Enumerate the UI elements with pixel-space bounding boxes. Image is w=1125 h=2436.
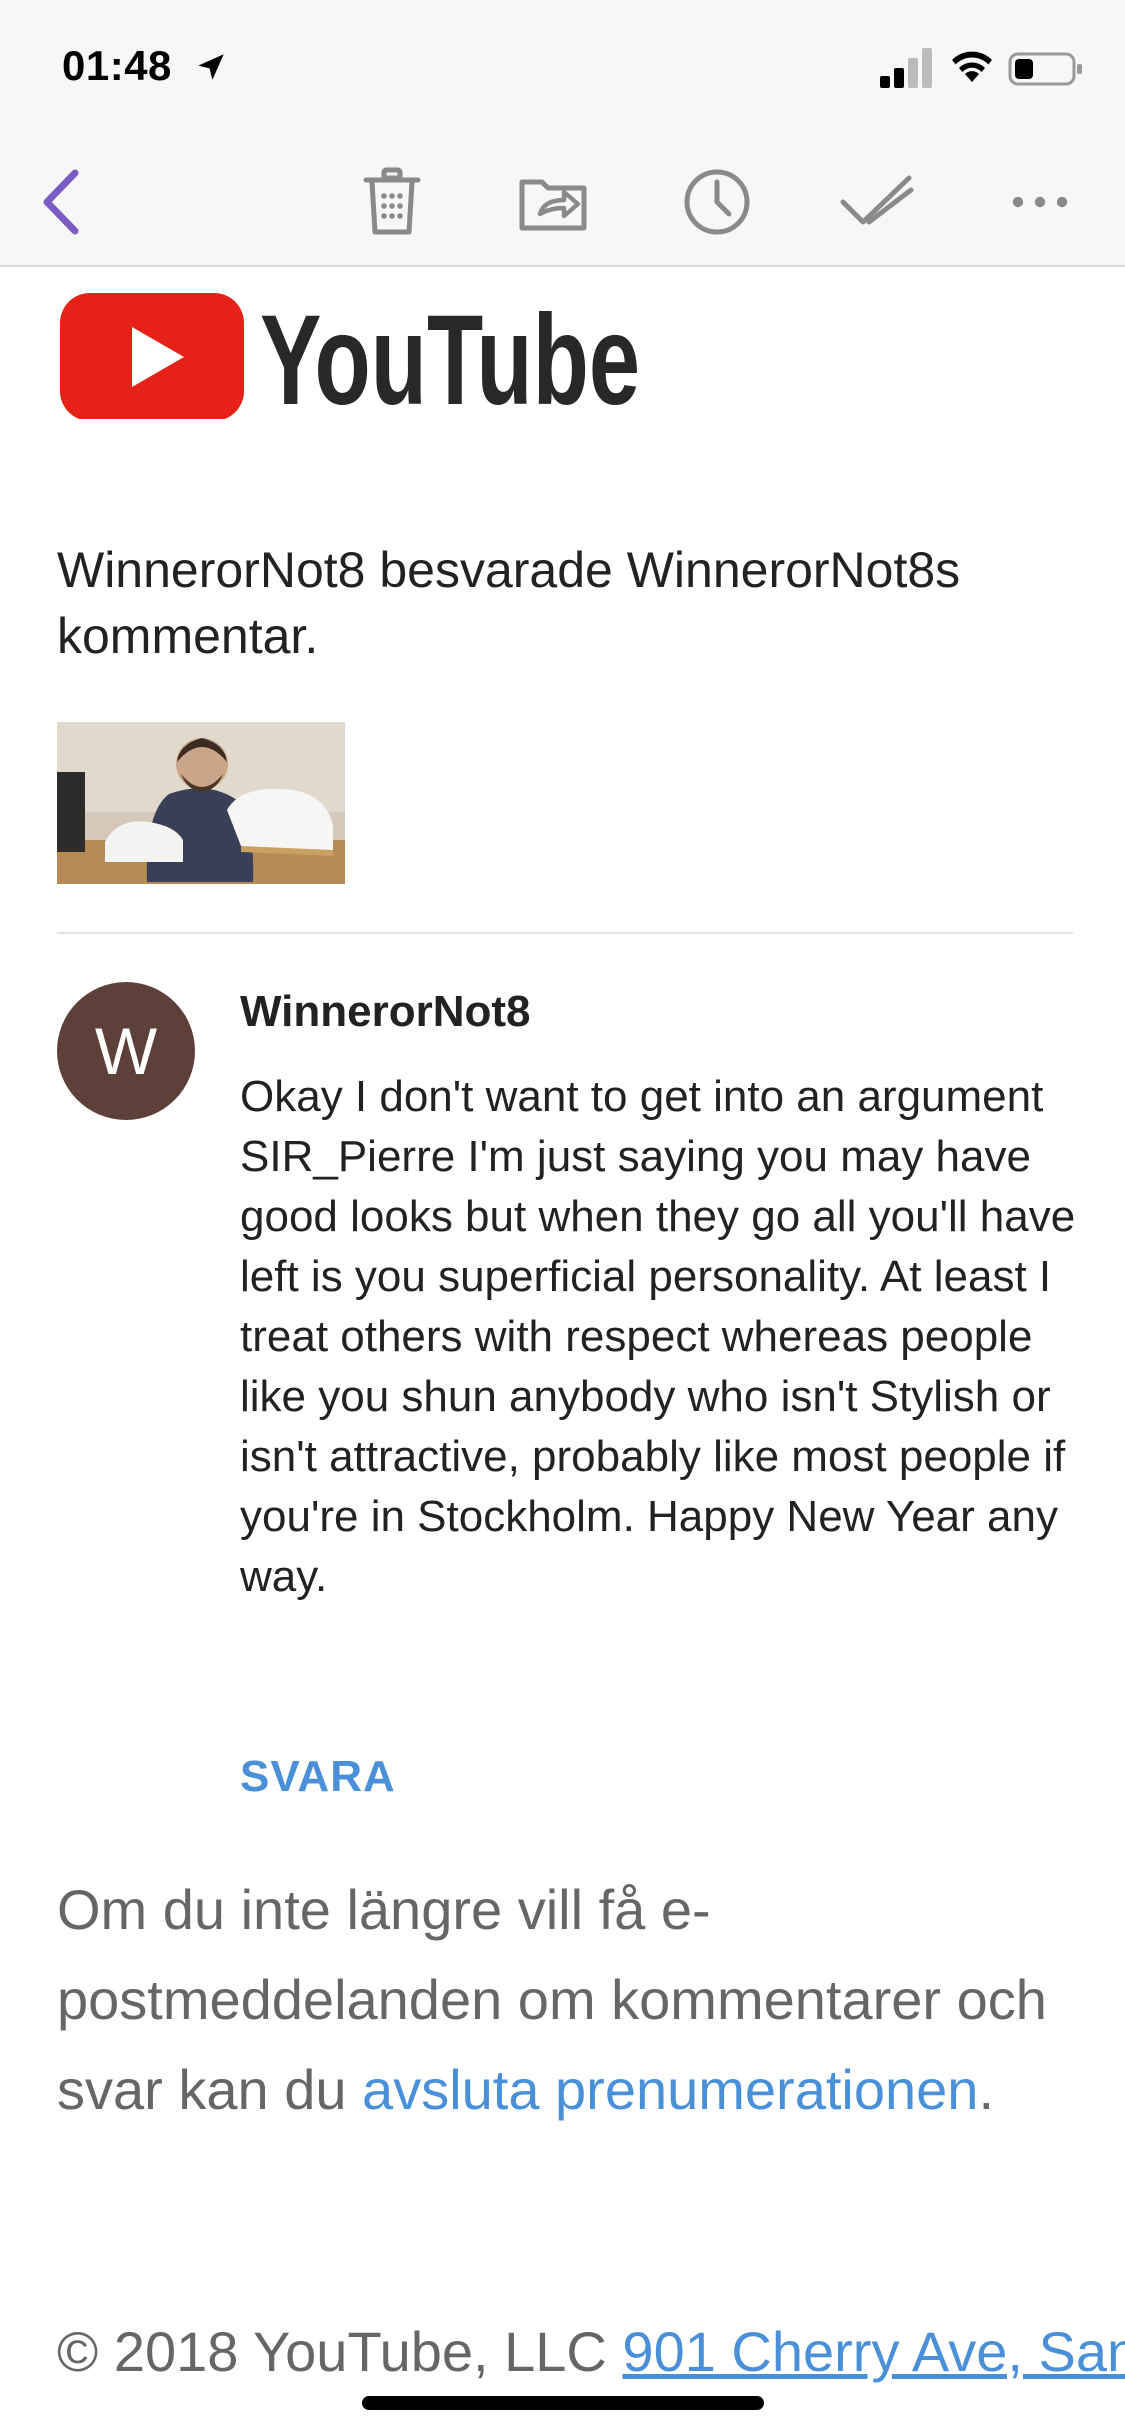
- reply-button[interactable]: SVARA: [240, 1752, 396, 1802]
- svg-text:YouTube: YouTube: [260, 289, 640, 419]
- home-indicator[interactable]: [362, 2396, 764, 2410]
- footer: © 2018 YouTube, LLC 901 Cherry Ave, San …: [57, 2307, 1125, 2397]
- snooze-button[interactable]: [675, 160, 759, 244]
- battery-icon: [1008, 52, 1082, 86]
- move-button[interactable]: [512, 160, 596, 244]
- email-body: YouTube WinnerorNot8 besvarade WinnerorN…: [0, 267, 1125, 2436]
- back-chevron-icon: [43, 169, 79, 235]
- location-arrow-icon: [198, 54, 224, 80]
- divider: [57, 932, 1073, 934]
- comment-author: WinnerorNot8: [240, 987, 531, 1036]
- video-thumbnail[interactable]: [57, 722, 345, 884]
- signal-icon: [880, 48, 932, 88]
- wifi-icon: [952, 51, 992, 82]
- trash-icon: [363, 167, 421, 235]
- move-folder-icon: [519, 179, 587, 231]
- video-thumbnail-image: [57, 722, 345, 884]
- mail-toolbar: [0, 140, 1125, 267]
- more-button[interactable]: [998, 160, 1082, 244]
- notification-headline: WinnerorNot8 besvarade WinnerorNot8s kom…: [57, 542, 961, 664]
- status-bar: 01:48: [0, 0, 1125, 140]
- footer-copyright: © 2018 YouTube, LLC: [57, 2320, 623, 2383]
- more-icon: [1012, 196, 1068, 208]
- unsubscribe-link[interactable]: avsluta prenumerationen: [362, 2058, 978, 2121]
- clock-icon: [684, 169, 750, 235]
- comment-text: Okay I don't want to get into an argumen…: [240, 1072, 1076, 1601]
- mark-done-button[interactable]: [835, 160, 919, 244]
- unsubscribe-notice: Om du inte längre vill få e-postmeddelan…: [57, 1865, 1077, 2135]
- youtube-logo: YouTube: [60, 289, 640, 419]
- delete-button[interactable]: [350, 160, 434, 244]
- back-button[interactable]: [18, 160, 102, 244]
- footer-address-link[interactable]: 901 Cherry Ave, San Bruno, CA 94066: [622, 2320, 1125, 2383]
- checkmark-icon: [840, 175, 914, 225]
- unsubscribe-end: .: [978, 2058, 994, 2121]
- avatar: W: [57, 982, 195, 1120]
- status-time: 01:48: [62, 42, 172, 89]
